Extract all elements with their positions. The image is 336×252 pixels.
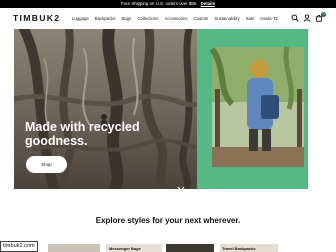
shop-button[interactable]: Shop <box>26 156 67 173</box>
hero-title: Made with recycled goodness. <box>25 120 140 148</box>
promo-bar: Free Shipping on U.S. orders over $95. D… <box>0 0 336 8</box>
header-icons: 0 <box>291 12 326 22</box>
search-icon[interactable] <box>291 14 299 22</box>
category-label: Travel Backpacks <box>222 246 256 251</box>
cart-icon[interactable]: 0 <box>315 12 326 22</box>
nav-accessories[interactable]: Accessories <box>164 16 187 21</box>
section-title: Explore styles for your next wherever. <box>95 216 241 225</box>
category-label: Messenger Bags <box>109 246 141 251</box>
nav-collections[interactable]: Collections <box>137 16 158 21</box>
hero-tree-image: Made with recycled goodness. Shop <box>14 29 197 189</box>
nav-custom[interactable]: Custom <box>194 16 209 21</box>
main-nav: Luggage Backpacks Bags Collections Acces… <box>72 16 284 21</box>
promo-details-link[interactable]: Details <box>201 1 215 6</box>
hero-banner: Made with recycled goodness. Shop <box>14 29 308 189</box>
hero-person-image <box>197 29 308 189</box>
category-thumb[interactable]: Travel Backpacks <box>220 244 278 252</box>
logo[interactable]: TIMBUK2 <box>13 13 60 23</box>
promo-text: Free Shipping on U.S. orders over $95. <box>120 1 198 6</box>
nav-sustainability[interactable]: Sustainability <box>214 16 239 21</box>
nav-sale[interactable]: Sale <box>246 16 255 21</box>
site-header: TIMBUK2 Luggage Backpacks Bags Collectio… <box>0 8 336 29</box>
category-row: Messenger Bags Travel Backpacks <box>0 244 336 252</box>
nav-backpacks[interactable]: Backpacks <box>95 16 116 21</box>
category-thumb[interactable]: Messenger Bags <box>106 244 162 252</box>
account-icon[interactable] <box>303 14 311 22</box>
category-thumb[interactable] <box>166 244 214 252</box>
hero-title-line2: goodness. <box>25 133 88 148</box>
category-thumb[interactable] <box>48 244 100 252</box>
nav-inside-t2[interactable]: Inside T2 <box>260 16 278 21</box>
cart-count-badge: 0 <box>321 12 326 17</box>
nav-bags[interactable]: Bags <box>122 16 132 21</box>
hero-title-line1: Made with recycled <box>25 120 140 134</box>
nav-luggage[interactable]: Luggage <box>72 16 89 21</box>
chevron-down-icon[interactable] <box>177 179 185 189</box>
site-url-tag: timbuk2.com <box>0 241 38 252</box>
